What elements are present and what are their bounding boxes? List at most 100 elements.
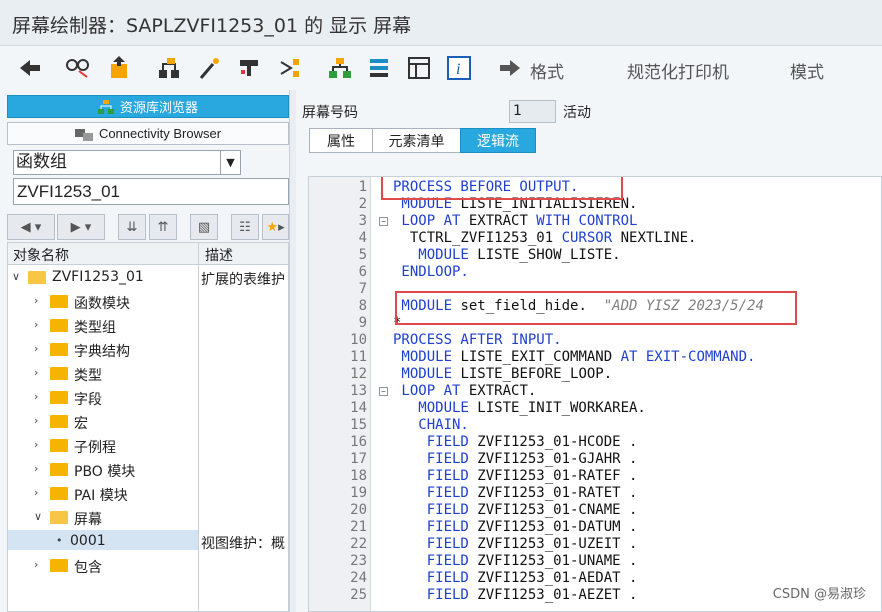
panel-splitter[interactable] — [289, 90, 296, 612]
collapse-all-icon[interactable]: ⇊ — [118, 214, 146, 240]
previous-object-icon[interactable]: ◀ ▾ — [7, 214, 55, 240]
code-line[interactable]: 20 FIELD ZVFI1253_01-CNAME . — [309, 502, 881, 519]
code-line[interactable]: 13 − LOOP AT EXTRACT. — [309, 383, 881, 400]
folder-icon — [50, 295, 68, 308]
code-line[interactable]: 23 FIELD ZVFI1253_01-UNAME . — [309, 553, 881, 570]
object-type-select[interactable]: 函数组 ▼ — [13, 150, 241, 175]
repository-browser-button[interactable]: 资源库浏览器 — [7, 95, 289, 118]
element-list-icon[interactable] — [366, 54, 394, 82]
fold-toggle-icon[interactable]: − — [379, 217, 388, 226]
pretty-printer-button[interactable]: 规范化打印机 — [627, 58, 729, 83]
tree-item-label: 0001 — [70, 533, 106, 549]
tree-item[interactable]: › 函数模块 — [8, 290, 288, 314]
code-line[interactable]: 17 FIELD ZVFI1253_01-GJAHR . — [309, 451, 881, 468]
object-list-icon[interactable] — [276, 54, 304, 82]
tree-item[interactable]: ∨ ZVFI1253_01 扩展的表维护 — [8, 266, 288, 290]
code-keyword: LOOP AT — [393, 383, 461, 399]
chevron-right-icon[interactable]: › — [34, 438, 38, 451]
code-editor[interactable]: 1 PROCESS BEFORE OUTPUT. 2 MODULE LISTE_IN… — [308, 176, 882, 612]
tab-attributes[interactable]: 属性 — [309, 128, 373, 153]
code-keyword: MODULE — [393, 366, 453, 382]
code-keyword: MODULE — [393, 349, 453, 365]
line-number: 7 — [358, 281, 367, 297]
layout-icon[interactable] — [326, 54, 354, 82]
fold-toggle-icon[interactable]: − — [379, 387, 388, 396]
expand-all-icon[interactable]: ⇈ — [149, 214, 177, 240]
code-line[interactable]: 22 FIELD ZVFI1253_01-UZEIT . — [309, 536, 881, 553]
chevron-right-icon[interactable]: › — [34, 558, 38, 571]
tree-item[interactable]: › 字典结构 — [8, 338, 288, 362]
tab-element-list[interactable]: 元素清单 — [372, 128, 461, 153]
code-line[interactable]: 15 CHAIN. — [309, 417, 881, 434]
code-keyword: FIELD — [393, 587, 469, 603]
object-tree: 对象名称 描述 ∨ ZVFI1253_01 扩展的表维护 › 函数模块 › 类型组 › 字典结构… — [7, 242, 289, 612]
line-number: 3 — [358, 213, 367, 229]
code-line[interactable]: 19 FIELD ZVFI1253_01-RATET . — [309, 485, 881, 502]
format-arrow-icon[interactable] — [496, 54, 524, 82]
magic-wand-icon[interactable] — [196, 54, 224, 82]
line-number: 22 — [350, 536, 367, 552]
tree-hierarchy-icon[interactable]: ☷ — [231, 214, 259, 240]
tree-item[interactable]: › 类型组 — [8, 314, 288, 338]
next-object-icon[interactable]: ▶ ▾ — [57, 214, 105, 240]
code-keyword: FIELD — [393, 434, 469, 450]
line-number: 17 — [350, 451, 367, 467]
where-used-icon[interactable] — [236, 54, 264, 82]
line-number: 11 — [350, 349, 367, 365]
connectivity-browser-button[interactable]: Connectivity Browser — [7, 122, 289, 145]
code-line[interactable]: 3 − LOOP AT EXTRACT WITH CONTROL — [309, 213, 881, 230]
chevron-right-icon[interactable]: › — [34, 390, 38, 403]
code-line[interactable]: 5 MODULE LISTE_SHOW_LISTE. — [309, 247, 881, 264]
chevron-down-icon[interactable]: ∨ — [34, 510, 42, 523]
chevron-right-icon[interactable]: › — [34, 342, 38, 355]
code-line[interactable]: 21 FIELD ZVFI1253_01-DATUM . — [309, 519, 881, 536]
chevron-right-icon[interactable]: › — [34, 366, 38, 379]
code-line[interactable]: 12 MODULE LISTE_BEFORE_LOOP. — [309, 366, 881, 383]
tree-item[interactable]: › PAI 模块 — [8, 482, 288, 506]
screen-number-field[interactable]: 1 — [509, 100, 556, 123]
chevron-right-icon[interactable]: › — [34, 294, 38, 307]
code-line[interactable]: 14 MODULE LISTE_INIT_WORKAREA. — [309, 400, 881, 417]
table-icon[interactable] — [406, 54, 434, 82]
back-arrow-icon[interactable] — [16, 54, 44, 82]
tree-item[interactable]: › 类型 — [8, 362, 288, 386]
folder-icon — [50, 367, 68, 380]
info-icon[interactable]: i — [446, 54, 474, 82]
tree-item[interactable]: › 字段 — [8, 386, 288, 410]
glasses-icon[interactable] — [64, 54, 92, 82]
folder-icon — [50, 415, 68, 428]
code-line[interactable]: 16 FIELD ZVFI1253_01-HCODE . — [309, 434, 881, 451]
binoculars-icon[interactable]: ▧ — [190, 214, 218, 240]
chevron-right-icon[interactable]: › — [34, 318, 38, 331]
tree-item[interactable]: › 宏 — [8, 410, 288, 434]
chevron-down-icon[interactable]: ▼ — [220, 151, 240, 174]
tree-item-desc: 扩展的表维护 — [201, 272, 285, 288]
line-number: 18 — [350, 468, 367, 484]
code-keyword: AT EXIT-COMMAND. — [620, 349, 756, 365]
tree-item[interactable]: › PBO 模块 — [8, 458, 288, 482]
tree-item[interactable]: • 0001 视图维护：概 — [8, 530, 285, 552]
mode-button[interactable]: 模式 — [790, 58, 824, 83]
tree-item[interactable]: ∨ 屏幕 — [8, 506, 288, 530]
tree-item[interactable]: › 子例程 — [8, 434, 288, 458]
object-name-input[interactable]: ZVFI1253_01 — [13, 178, 289, 205]
code-line[interactable]: 18 FIELD ZVFI1253_01-RATEF . — [309, 468, 881, 485]
code-text: LOOP AT EXTRACT WITH CONTROL — [393, 213, 637, 230]
code-line[interactable]: 10 PROCESS AFTER INPUT. — [309, 332, 881, 349]
tree-item-label: 宏 — [74, 416, 88, 432]
code-line[interactable]: 6 ENDLOOP. — [309, 264, 881, 281]
transport-icon[interactable] — [106, 54, 134, 82]
chevron-right-icon[interactable]: › — [34, 414, 38, 427]
tree-item[interactable]: › 包含 — [8, 554, 288, 578]
code-line[interactable]: 11 MODULE LISTE_EXIT_COMMAND AT EXIT-COM… — [309, 349, 881, 366]
tab-flow-logic[interactable]: 逻辑流 — [460, 128, 536, 153]
window-title: 屏幕绘制器：SAPLZVFI1253_01 的 显示 屏幕 — [12, 15, 412, 37]
tree-item-label: 函数模块 — [74, 296, 130, 312]
chevron-down-icon[interactable]: ∨ — [12, 270, 20, 283]
code-line[interactable]: 4 TCTRL_ZVFI1253_01 CURSOR NEXTLINE. — [309, 230, 881, 247]
format-button[interactable]: 格式 — [530, 58, 564, 83]
chevron-right-icon[interactable]: › — [34, 462, 38, 475]
hierarchy-icon[interactable] — [156, 54, 184, 82]
chevron-right-icon[interactable]: › — [34, 486, 38, 499]
favorites-icon[interactable]: ★ ▸ — [262, 214, 289, 240]
